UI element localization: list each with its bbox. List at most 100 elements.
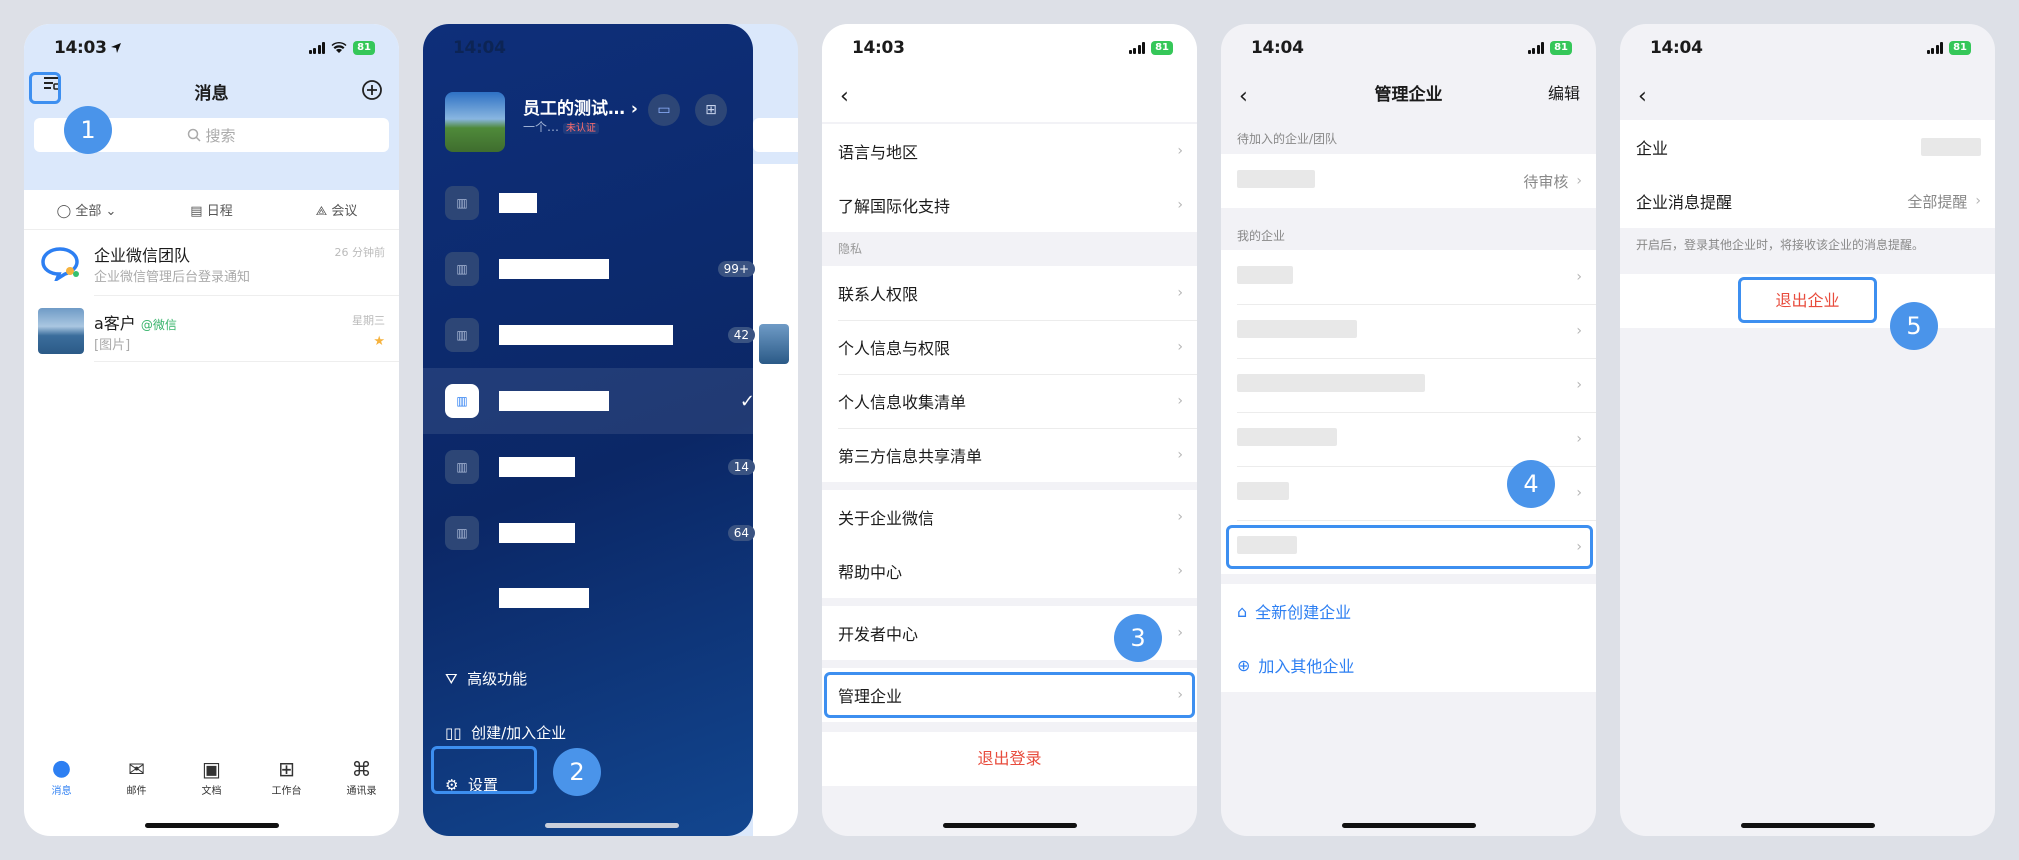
step-badge-3: 3 (1114, 614, 1162, 662)
row-contact-permission[interactable]: 联系人权限 › (822, 266, 1197, 320)
step-badge-5: 5 (1890, 302, 1938, 350)
row-personal-info[interactable]: 个人信息与权限 › (822, 320, 1197, 374)
chevron-right-icon: › (1576, 377, 1582, 393)
message-item[interactable]: 企业微信团队 企业微信管理后台登录通知 26 分钟前 (24, 230, 399, 296)
mail-icon: ✉ (128, 757, 145, 781)
org-item[interactable]: ▥ 99+ (445, 252, 755, 286)
battery: 81 (1949, 41, 1971, 55)
org-row[interactable]: › (1221, 412, 1596, 466)
desktop-icon[interactable]: ▭ (648, 94, 680, 126)
message-preview: [图片] (94, 338, 131, 353)
org-item[interactable]: ▥ 42 (445, 318, 755, 352)
building-outline-icon: ▯▯ (445, 724, 462, 742)
home-icon: ⌂ (1237, 601, 1248, 621)
row-help[interactable]: 帮助中心 › (822, 544, 1197, 598)
building-icon: ▥ (445, 384, 479, 418)
chevron-right-icon: › (1177, 625, 1183, 641)
add-icon[interactable] (361, 79, 383, 101)
org-item[interactable]: ▥ (445, 186, 755, 220)
home-indicator (942, 823, 1077, 828)
create-org-button[interactable]: ⌂ 全新创建企业 (1221, 584, 1596, 638)
back-icon[interactable]: ‹ (1638, 84, 1647, 109)
message-name: 企业微信团队 (94, 246, 191, 265)
home-indicator (1740, 823, 1875, 828)
chevron-right-icon: › (1177, 143, 1183, 159)
section-pending: 待加入的企业/团队 (1237, 132, 1338, 146)
org-item[interactable]: ▥ 14 (445, 450, 755, 484)
star-icon: ★ (373, 334, 385, 349)
screen-drawer: 14:04 员工的测试… › 一个… 未认证 ▭ ⊞ ▥ ▥ 99+ ▥ 42 ▥ ✓… (423, 24, 798, 836)
company-row: 企业 (1620, 120, 1995, 174)
chat-icon: ● (51, 756, 72, 781)
doc-icon: ▣ (202, 757, 221, 781)
screen-messages: 14:03 81 消息 搜索 1 ◯ 全部 ⌄ ▤ 日程 ⟁ 会议 企业微信团队… (24, 24, 399, 836)
filter-meeting[interactable]: ⟁ 会议 (274, 200, 399, 219)
org-row[interactable]: › (1221, 250, 1596, 304)
chevron-right-icon: › (1177, 339, 1183, 355)
filter-all[interactable]: ◯ 全部 ⌄ (24, 200, 149, 219)
building-icon: ▥ (445, 186, 479, 220)
pending-org[interactable]: 待审核 › (1221, 154, 1596, 208)
filter-bar: ◯ 全部 ⌄ ▤ 日程 ⟁ 会议 (24, 190, 399, 230)
row-info-collection[interactable]: 个人信息收集清单 › (822, 374, 1197, 428)
unread-count: 64 (727, 525, 755, 541)
highlight-quit (1738, 277, 1877, 323)
battery: 81 (1550, 41, 1572, 55)
edit-button[interactable]: 编辑 (1548, 80, 1580, 104)
org-item-selected[interactable]: ▥ ✓ (445, 384, 755, 418)
message-time: 26 分钟前 (334, 246, 386, 259)
org-row[interactable]: › (1221, 304, 1596, 358)
status-time: 14:04 (453, 38, 506, 58)
battery: 81 (1151, 41, 1173, 55)
row-third-party[interactable]: 第三方信息共享清单 › (822, 428, 1197, 482)
status-time: 14:03 (54, 38, 107, 58)
message-time: 星期三 (352, 314, 385, 327)
filter-icon: ⛛ (445, 670, 458, 688)
building-icon: ▥ (445, 450, 479, 484)
unread-count: 42 (727, 327, 755, 343)
chevron-right-icon: › (1576, 323, 1582, 339)
chevron-right-icon: › (1177, 447, 1183, 463)
step-badge-4: 4 (1507, 460, 1555, 508)
org-item-pending[interactable] (499, 588, 589, 608)
message-item[interactable]: a客户 @微信 [图片] 星期三 ★ (24, 296, 399, 362)
chevron-right-icon: › (1576, 485, 1582, 501)
page-title: 管理企业 (1374, 85, 1443, 105)
chevron-right-icon: › (1177, 509, 1183, 525)
back-icon[interactable]: ‹ (840, 84, 849, 109)
search-placeholder: 搜索 (205, 126, 236, 145)
chevron-right-icon: › (1576, 431, 1582, 447)
status-bar: 14:03 81 (24, 24, 399, 74)
row-about[interactable]: 关于企业微信 › (822, 490, 1197, 544)
wecom-team-icon (41, 247, 79, 281)
filter-schedule[interactable]: ▤ 日程 (149, 200, 274, 219)
row-language[interactable]: 语言与地区 › (822, 124, 1197, 178)
message-preview: 企业微信管理后台登录通知 (94, 270, 251, 285)
notify-row[interactable]: 企业消息提醒 全部提醒 › (1620, 174, 1995, 228)
qrcode-icon[interactable]: ⊞ (695, 94, 727, 126)
unread-count: 14 (727, 459, 755, 475)
create-join-org[interactable]: ▯▯ 创建/加入企业 (445, 722, 566, 743)
pending-status: 待审核 (1523, 172, 1569, 191)
building-icon: ▥ (445, 252, 479, 286)
advanced-features[interactable]: ⛛ 高级功能 (445, 668, 527, 689)
profile-name[interactable]: 员工的测试… › (523, 94, 638, 119)
building-icon: ▥ (445, 318, 479, 352)
status-time: 14:04 (1251, 38, 1304, 58)
profile-avatar[interactable] (445, 92, 505, 152)
tab-messages[interactable]: ● 消息 (24, 756, 99, 836)
message-name: a客户 (94, 314, 136, 333)
building-icon: ▥ (445, 516, 479, 550)
logout-button[interactable]: 退出登录 (822, 732, 1197, 786)
section-privacy: 隐私 (838, 242, 863, 256)
row-i18n[interactable]: 了解国际化支持 › (822, 178, 1197, 232)
unverified-badge: 未认证 (562, 123, 599, 134)
chevron-right-icon: › (1576, 269, 1582, 285)
join-org-button[interactable]: ⊕ 加入其他企业 (1221, 638, 1596, 692)
org-item[interactable]: ▥ 64 (445, 516, 755, 550)
home-indicator (545, 823, 679, 828)
org-row[interactable]: › (1221, 358, 1596, 412)
tab-contacts[interactable]: ⌘ 通讯录 (324, 756, 399, 836)
step-badge-1: 1 (64, 106, 112, 154)
chevron-right-icon: › (1177, 197, 1183, 213)
